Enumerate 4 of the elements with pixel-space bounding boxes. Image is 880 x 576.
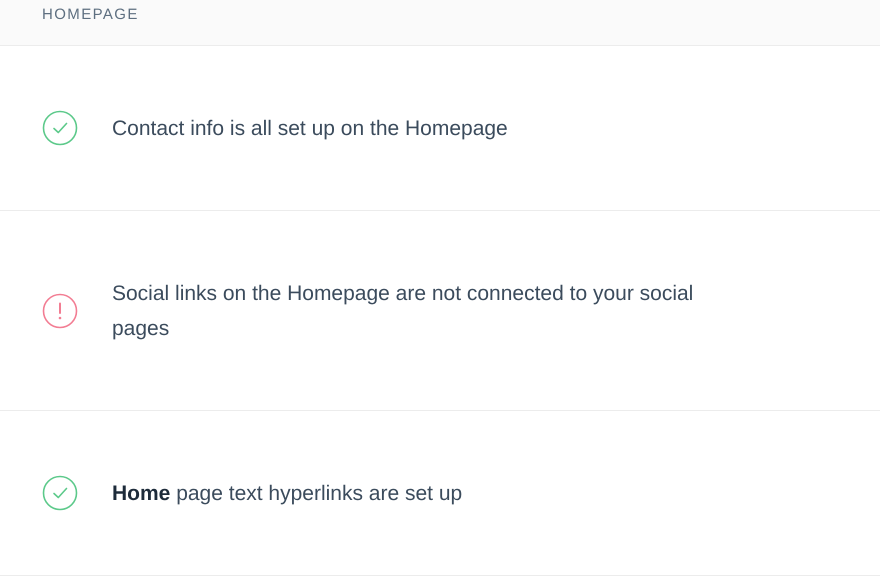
status-message: Home page text hyperlinks are set up xyxy=(112,480,462,506)
status-message: Social links on the Homepage are not connected to your social pages xyxy=(112,280,694,342)
section-title: HOMEPAGE xyxy=(42,6,139,23)
status-message: Contact info is all set up on the Homepage xyxy=(112,116,508,142)
